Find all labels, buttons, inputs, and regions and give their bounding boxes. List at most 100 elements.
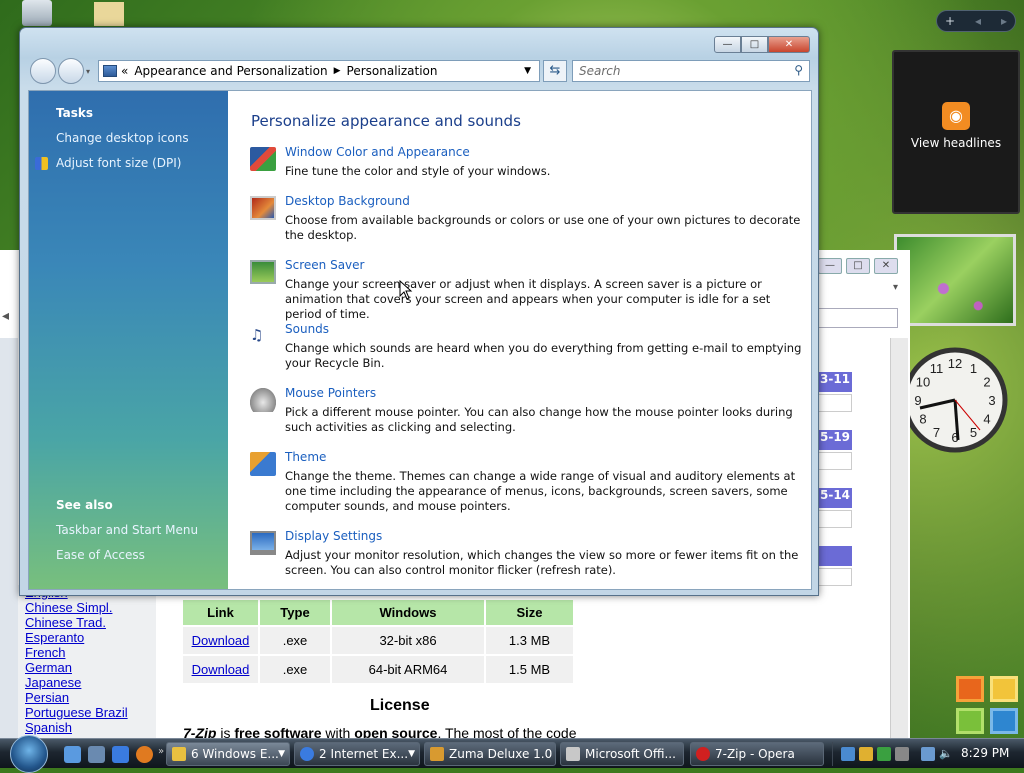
clock-numeral: 4 bbox=[983, 412, 990, 427]
quicklaunch-expand-icon[interactable]: » bbox=[158, 746, 166, 763]
app-tray-icon[interactable] bbox=[895, 747, 909, 761]
switch-windows-icon[interactable] bbox=[88, 746, 105, 763]
search-icon[interactable]: ⚲ bbox=[794, 63, 803, 77]
breadcrumb-personalization[interactable]: Personalization bbox=[347, 64, 438, 78]
clock-gadget[interactable]: 12 1234567891011 bbox=[900, 340, 1010, 466]
mouse-pointer-icon bbox=[250, 388, 276, 412]
item-title-link[interactable]: Mouse Pointers bbox=[285, 386, 376, 400]
taskbar-clock[interactable]: 8:29 PM bbox=[961, 746, 1009, 760]
see-also-taskbar[interactable]: Taskbar and Start Menu bbox=[56, 523, 198, 537]
breadcrumb-separator-icon[interactable]: ▶ bbox=[334, 66, 341, 76]
group-dropdown-icon: ▼ bbox=[408, 749, 415, 759]
item-title-link[interactable]: Display Settings bbox=[285, 529, 382, 543]
show-desktop-icon[interactable] bbox=[64, 746, 81, 763]
sounds-icon: ♫ bbox=[250, 326, 264, 344]
maximize-button[interactable]: □ bbox=[741, 36, 768, 53]
firefox-icon[interactable] bbox=[136, 746, 153, 763]
language-link[interactable]: Japanese bbox=[18, 675, 156, 690]
navigation-bar: ▾ « Appearance and Personalization ▶ Per… bbox=[28, 58, 812, 86]
display-settings-icon bbox=[250, 531, 276, 555]
forward-button[interactable] bbox=[58, 58, 84, 84]
folder-desktop-icon[interactable] bbox=[94, 2, 124, 26]
language-link[interactable]: Chinese Trad. bbox=[18, 615, 156, 630]
language-link[interactable]: Esperanto bbox=[18, 630, 156, 645]
browser-close-button[interactable]: ✕ bbox=[874, 258, 898, 274]
task-change-desktop-icons[interactable]: Change desktop icons bbox=[56, 131, 189, 145]
browser-minimize-button[interactable]: — bbox=[818, 258, 842, 274]
network-tray-icon[interactable] bbox=[841, 747, 855, 761]
item-title-link[interactable]: Theme bbox=[285, 450, 326, 464]
uac-shield-icon bbox=[35, 157, 48, 170]
volume-muted-icon[interactable]: 🔈 bbox=[939, 747, 953, 761]
download-link[interactable]: Download bbox=[192, 633, 250, 648]
search-input[interactable]: Search ⚲ bbox=[572, 60, 810, 82]
back-arrow-icon[interactable]: ◂ bbox=[2, 308, 9, 324]
taskbar-button-opera[interactable]: 7-Zip - Opera bbox=[690, 742, 824, 766]
item-title-link[interactable]: Screen Saver bbox=[285, 258, 364, 272]
language-link[interactable]: Spanish bbox=[18, 720, 156, 735]
refresh-button[interactable]: ⇆ bbox=[543, 60, 567, 82]
task-label: Microsoft Offi... bbox=[585, 747, 676, 761]
office-logo-icon[interactable] bbox=[956, 676, 1020, 738]
personalization-content: Personalize appearance and sounds Window… bbox=[228, 91, 811, 589]
browser-dropdown-icon[interactable]: ▾ bbox=[893, 282, 898, 293]
recycle-bin-icon[interactable] bbox=[22, 0, 52, 26]
language-link[interactable]: Chinese Simpl. bbox=[18, 600, 156, 615]
recent-pages-icon[interactable]: ▾ bbox=[86, 67, 90, 76]
taskbar-button-explorer[interactable]: 6 Windows E... ▼ bbox=[166, 742, 290, 766]
next-icon[interactable]: ▸ bbox=[1001, 14, 1007, 28]
item-description: Change your screen saver or adjust when … bbox=[285, 277, 771, 321]
breadcrumb-overflow[interactable]: « bbox=[121, 64, 128, 78]
taskbar-button-office[interactable]: Microsoft Offi... bbox=[560, 742, 684, 766]
prev-icon[interactable]: ◂ bbox=[975, 14, 981, 28]
sidebar-controls[interactable]: + ◂ ▸ bbox=[936, 10, 1016, 32]
breadcrumb-appearance[interactable]: Appearance and Personalization bbox=[134, 64, 327, 78]
office-icon bbox=[566, 747, 580, 761]
security-tray-icon[interactable] bbox=[859, 747, 873, 761]
clock-numeral: 8 bbox=[919, 412, 926, 427]
address-bar[interactable]: « Appearance and Personalization ▶ Perso… bbox=[98, 60, 540, 82]
language-link[interactable]: French bbox=[18, 645, 156, 660]
start-button[interactable] bbox=[10, 735, 48, 773]
screen-saver-icon bbox=[250, 260, 276, 284]
column-header: Size bbox=[484, 600, 573, 626]
network-connection-icon[interactable] bbox=[921, 747, 935, 761]
item-description: Adjust your monitor resolution, which ch… bbox=[285, 548, 799, 577]
browser-window-controls: — □ ✕ bbox=[818, 258, 898, 274]
item-title-link[interactable]: Sounds bbox=[285, 322, 329, 336]
item-title-link[interactable]: Window Color and Appearance bbox=[285, 145, 470, 159]
table-header-row: Link Type Windows Size bbox=[183, 600, 573, 626]
ie-icon bbox=[300, 747, 314, 761]
system-tray: 🔈 8:29 PM bbox=[832, 742, 1024, 766]
item-title-link[interactable]: Desktop Background bbox=[285, 194, 410, 208]
feed-headlines-gadget[interactable]: ◉ View headlines bbox=[892, 50, 1020, 214]
download-link[interactable]: Download bbox=[192, 662, 250, 677]
internet-explorer-icon[interactable] bbox=[112, 746, 129, 763]
item-description: Choose from available backgrounds or col… bbox=[285, 213, 801, 242]
language-link[interactable]: Portuguese Brazil bbox=[18, 705, 156, 720]
taskbar-button-ie[interactable]: 2 Internet Ex... ▼ bbox=[294, 742, 420, 766]
slideshow-gadget[interactable] bbox=[894, 234, 1016, 326]
mouse-cursor-icon bbox=[399, 280, 413, 300]
taskbar-button-zuma[interactable]: Zuma Deluxe 1.0 bbox=[424, 742, 556, 766]
clock-numeral: 2 bbox=[983, 375, 990, 390]
search-placeholder: Search bbox=[579, 64, 621, 78]
browser-scrollbar[interactable] bbox=[890, 338, 908, 738]
close-button[interactable]: ✕ bbox=[768, 36, 810, 53]
browser-maximize-button[interactable]: □ bbox=[846, 258, 870, 274]
language-link[interactable]: German bbox=[18, 660, 156, 675]
item-description: Pick a different mouse pointer. You can … bbox=[285, 405, 793, 434]
back-button[interactable] bbox=[30, 58, 56, 84]
address-dropdown-icon[interactable]: ▼ bbox=[524, 66, 531, 76]
license-heading: License bbox=[370, 697, 430, 714]
item-description: Fine tune the color and style of your wi… bbox=[285, 164, 551, 178]
minimize-button[interactable]: — bbox=[714, 36, 741, 53]
language-link[interactable]: Persian bbox=[18, 690, 156, 705]
task-adjust-font-size[interactable]: Adjust font size (DPI) bbox=[56, 156, 181, 170]
date-badge: 5-14 bbox=[818, 488, 852, 508]
add-gadget-icon[interactable]: + bbox=[945, 14, 955, 28]
update-tray-icon[interactable] bbox=[877, 747, 891, 761]
browser-address-field[interactable] bbox=[818, 308, 898, 328]
see-also-ease-of-access[interactable]: Ease of Access bbox=[56, 548, 145, 562]
item-description: Change the theme. Themes can change a wi… bbox=[285, 469, 796, 513]
